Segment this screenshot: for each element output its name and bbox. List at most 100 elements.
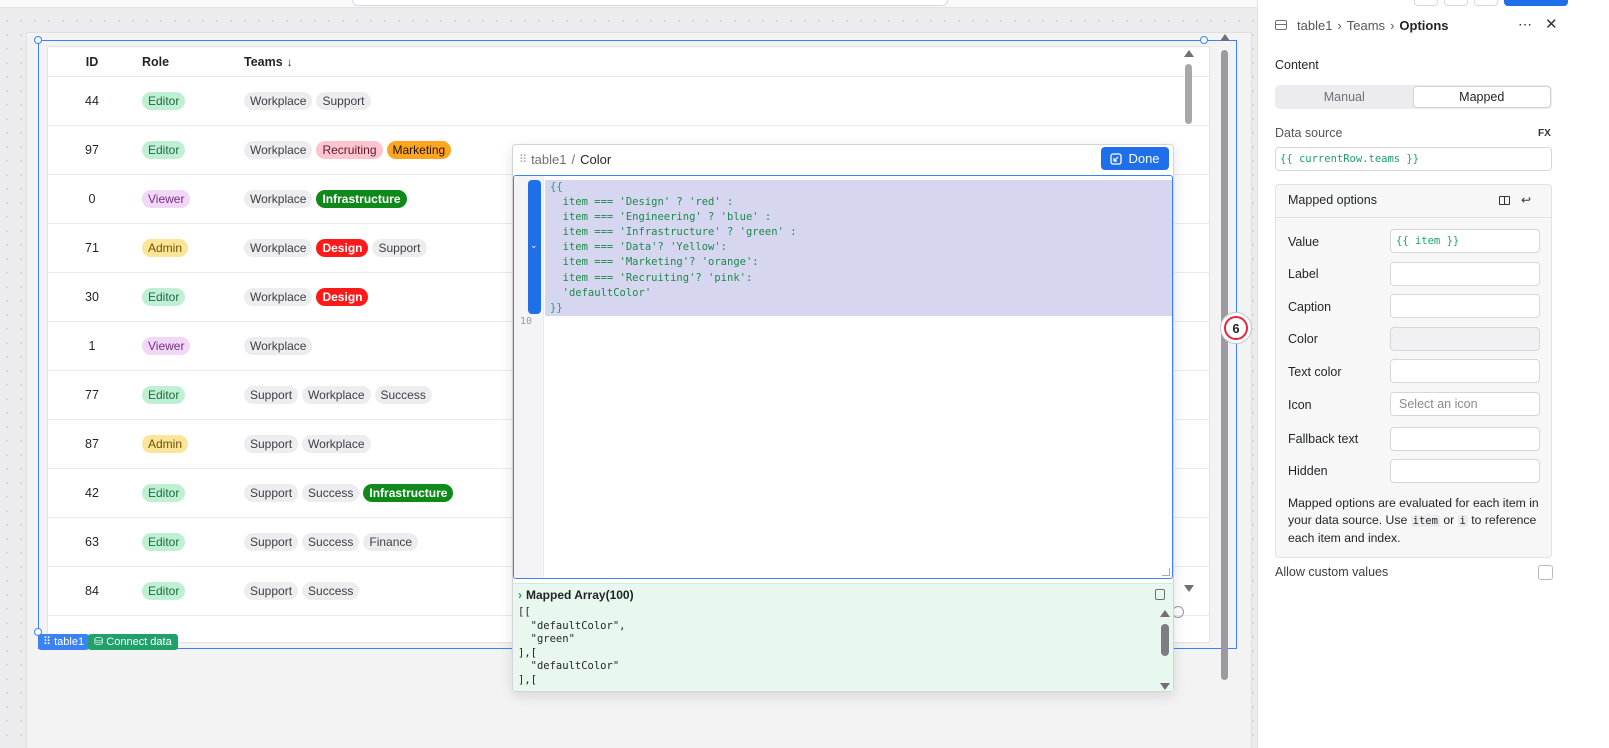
result-body: [[ "defaultColor", "green"],[ "defaultCo… bbox=[513, 606, 1173, 688]
cell-id: 44 bbox=[85, 94, 99, 108]
data-source-input[interactable]: {{ currentRow.teams }} bbox=[1275, 147, 1552, 171]
table-scrollbar[interactable] bbox=[1182, 46, 1196, 596]
text-color-field-input[interactable] bbox=[1390, 359, 1540, 383]
cell-teams: Workplace Support bbox=[240, 92, 1209, 110]
allow-custom-values-checkbox[interactable] bbox=[1538, 565, 1553, 580]
toolbar-button[interactable] bbox=[1474, 0, 1498, 6]
role-tag: Admin bbox=[142, 435, 189, 453]
team-tag: Support bbox=[316, 92, 371, 110]
result-title: Mapped Array(100) bbox=[526, 588, 634, 602]
connect-data-label: Connect data bbox=[106, 636, 172, 648]
team-tag: Workplace bbox=[244, 288, 313, 306]
connect-data-button[interactable]: ⛁ Connect data bbox=[88, 634, 178, 650]
code-editor[interactable]: 10 ⌄ {{ item === 'Design' ? 'red' : item… bbox=[513, 175, 1173, 579]
cell-id: 42 bbox=[85, 486, 99, 500]
copy-icon[interactable] bbox=[1155, 589, 1165, 600]
sort-descending-icon[interactable]: ↓ bbox=[287, 55, 293, 69]
hidden-field-input[interactable] bbox=[1390, 459, 1540, 483]
cell-role: Editor bbox=[136, 92, 240, 110]
canvas-scrollbar[interactable] bbox=[1218, 32, 1232, 682]
code-line: 'defaultColor' bbox=[550, 286, 652, 299]
cell-id: 87 bbox=[85, 437, 99, 451]
evaluation-result-panel[interactable]: › Mapped Array(100) [[ "defaultColor", "… bbox=[513, 583, 1173, 691]
mapped-options-section: Mapped options ↩ Value {{ item }} Label … bbox=[1275, 184, 1552, 558]
result-scroll-up-icon[interactable] bbox=[1160, 610, 1170, 617]
popup-header[interactable]: ⠿ table1 / Color Done bbox=[513, 145, 1173, 173]
cell-role: Admin bbox=[136, 239, 240, 257]
result-header[interactable]: › Mapped Array(100) bbox=[513, 584, 1173, 606]
cell-role: Editor bbox=[136, 288, 240, 306]
role-tag: Editor bbox=[142, 582, 186, 600]
chevron-right-icon: › bbox=[1390, 17, 1395, 33]
fold-toggle[interactable]: ⌄ bbox=[528, 180, 541, 314]
resize-handle-top-left[interactable] bbox=[34, 36, 42, 44]
result-line: ],[ bbox=[518, 673, 537, 686]
column-header-id[interactable]: ID bbox=[48, 55, 136, 69]
divider bbox=[1276, 217, 1551, 218]
team-tag: Support bbox=[244, 582, 299, 600]
table-row[interactable]: 44 Editor Workplace Support bbox=[48, 77, 1209, 126]
column-header-role[interactable]: Role bbox=[136, 55, 240, 69]
segment-mapped[interactable]: Mapped bbox=[1412, 86, 1551, 108]
cell-role: Editor bbox=[136, 484, 240, 502]
hidden-field-label: Hidden bbox=[1288, 464, 1328, 478]
resize-handle-top-right[interactable] bbox=[1200, 36, 1208, 44]
column-header-teams[interactable]: Teams ↓ bbox=[240, 55, 1209, 69]
collapse-icon bbox=[1110, 152, 1123, 165]
component-tag-table1[interactable]: ⠿ table1 bbox=[38, 634, 90, 650]
cell-id: 0 bbox=[88, 192, 96, 206]
inspector-breadcrumb-table[interactable]: table1 bbox=[1297, 18, 1332, 33]
team-tag: Workplace bbox=[244, 337, 313, 355]
docs-book-icon[interactable] bbox=[1499, 196, 1510, 205]
icon-select[interactable]: Select an icon bbox=[1390, 392, 1540, 416]
component-tag-label: table1 bbox=[54, 636, 85, 648]
database-icon: ⛁ bbox=[94, 636, 104, 648]
result-scroll-thumb[interactable] bbox=[1161, 624, 1169, 656]
fallback-text-field-input[interactable] bbox=[1390, 427, 1540, 451]
notification-badge[interactable]: 6 bbox=[1220, 312, 1252, 344]
toolbar-button[interactable] bbox=[1414, 0, 1438, 6]
scroll-up-arrow-icon[interactable] bbox=[1184, 50, 1194, 57]
done-button[interactable]: Done bbox=[1101, 147, 1169, 170]
drag-handle-icon[interactable]: ⠿ bbox=[519, 153, 527, 166]
allow-custom-values-label: Allow custom values bbox=[1275, 565, 1389, 579]
table-scroll-thumb[interactable] bbox=[1185, 64, 1192, 124]
canvas[interactable]: ID Role Teams ↓ 44 Editor Workplace Support… bbox=[0, 0, 1290, 748]
canvas-scroll-up-icon[interactable] bbox=[1220, 34, 1230, 41]
role-tag: Editor bbox=[142, 92, 186, 110]
scroll-down-arrow-icon[interactable] bbox=[1184, 585, 1194, 592]
toolbar-button[interactable] bbox=[1444, 0, 1468, 6]
value-field-input[interactable]: {{ item }} bbox=[1390, 229, 1540, 253]
code-content[interactable]: {{ item === 'Design' ? 'red' : item === … bbox=[550, 180, 797, 316]
more-options-icon[interactable]: ⋯ bbox=[1518, 16, 1533, 33]
team-tag: Marketing bbox=[386, 141, 452, 159]
reset-icon[interactable]: ↩ bbox=[1521, 193, 1531, 207]
help-code-index: i bbox=[1457, 515, 1468, 527]
inspector-breadcrumb-column[interactable]: Teams bbox=[1347, 18, 1385, 33]
team-tag: Infrastructure bbox=[363, 484, 454, 502]
team-tag: Success bbox=[374, 386, 432, 404]
toolbar-primary-button[interactable] bbox=[1504, 0, 1568, 6]
code-editor-popup[interactable]: ⠿ table1 / Color Done 10 ⌄ {{ item === '… bbox=[512, 144, 1174, 692]
canvas-scroll-thumb[interactable] bbox=[1221, 50, 1228, 680]
team-tag: Finance bbox=[363, 533, 419, 551]
segment-manual[interactable]: Manual bbox=[1276, 86, 1413, 108]
fx-toggle[interactable]: FX bbox=[1538, 128, 1551, 139]
content-mode-toggle[interactable]: Manual Mapped bbox=[1275, 85, 1552, 109]
role-tag: Editor bbox=[142, 141, 186, 159]
code-line: {{ bbox=[550, 181, 563, 193]
top-search-field[interactable] bbox=[352, 0, 948, 6]
result-scrollbar[interactable] bbox=[1159, 608, 1171, 690]
label-field-input[interactable] bbox=[1390, 262, 1540, 286]
cell-id: 84 bbox=[85, 584, 99, 598]
result-scroll-down-icon[interactable] bbox=[1160, 683, 1170, 690]
close-icon[interactable]: ✕ bbox=[1545, 15, 1558, 33]
cell-role: Editor bbox=[136, 533, 240, 551]
role-tag: Viewer bbox=[142, 190, 191, 208]
code-line: }} bbox=[550, 301, 563, 314]
popup-breadcrumb-parent[interactable]: table1 bbox=[531, 152, 566, 167]
resize-grip-icon[interactable] bbox=[1162, 568, 1170, 576]
caption-field-input[interactable] bbox=[1390, 294, 1540, 318]
chevron-right-icon[interactable]: › bbox=[518, 588, 522, 602]
color-field-input[interactable] bbox=[1390, 327, 1540, 351]
